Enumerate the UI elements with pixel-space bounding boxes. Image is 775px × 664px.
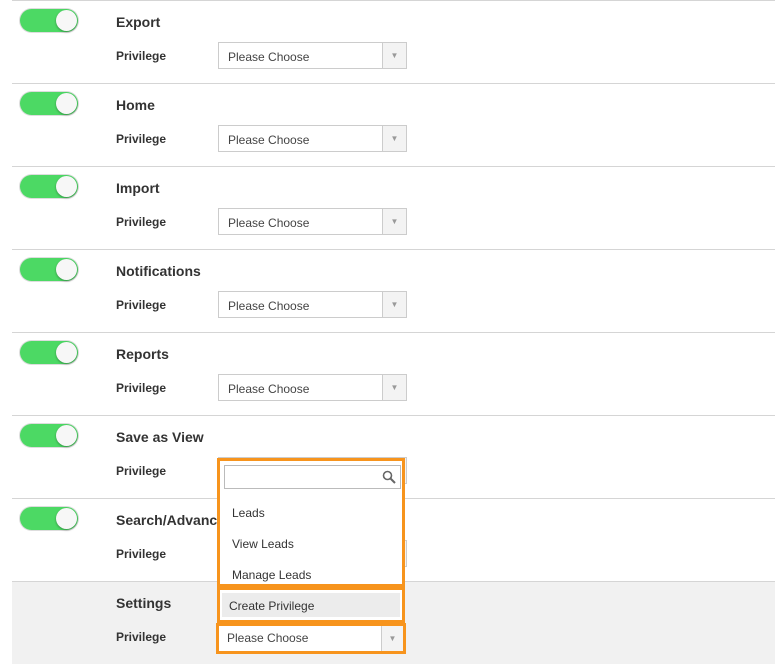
toggle-knob xyxy=(56,425,77,446)
module-toggle[interactable] xyxy=(20,9,78,32)
privilege-label: Privilege xyxy=(116,547,167,561)
privilege-label: Privilege xyxy=(116,215,167,229)
module-toggle[interactable] xyxy=(20,175,78,198)
toggle-knob xyxy=(56,93,77,114)
privilege-select[interactable]: Please Choose ▼ xyxy=(218,374,407,401)
privilege-label: Privilege xyxy=(116,49,167,63)
module-toggle[interactable] xyxy=(20,92,78,115)
module-title: Export xyxy=(116,14,161,30)
module-toggle[interactable] xyxy=(20,341,78,364)
module-row-reports: Reports Privilege Please Choose ▼ xyxy=(12,332,775,415)
select-value: Please Choose xyxy=(228,133,310,147)
select-value: Please Choose xyxy=(227,631,309,645)
privilege-dropdown-menu: Leads View Leads Manage Leads xyxy=(217,458,405,587)
module-title: Home xyxy=(116,97,155,113)
chevron-down-icon: ▼ xyxy=(382,126,406,151)
chevron-down-icon: ▼ xyxy=(382,43,406,68)
chevron-down-icon: ▼ xyxy=(381,626,403,651)
dropdown-option-leads[interactable]: Leads xyxy=(232,506,265,520)
privilege-label: Privilege xyxy=(116,132,167,146)
chevron-down-icon: ▼ xyxy=(382,375,406,400)
module-row-notifications: Notifications Privilege Please Choose ▼ xyxy=(12,249,775,332)
dropdown-option-view-leads[interactable]: View Leads xyxy=(232,537,294,551)
toggle-knob xyxy=(56,342,77,363)
module-title: Settings xyxy=(116,595,172,611)
chevron-down-icon: ▼ xyxy=(382,209,406,234)
privilege-select[interactable]: Please Choose ▼ xyxy=(218,125,407,152)
select-value: Please Choose xyxy=(228,382,310,396)
privilege-select[interactable]: Please Choose ▼ xyxy=(218,291,407,318)
module-toggle[interactable] xyxy=(20,507,78,530)
module-toggle[interactable] xyxy=(20,258,78,281)
privilege-label: Privilege xyxy=(116,464,167,478)
module-title: Search/Advanc xyxy=(116,512,218,528)
privilege-select[interactable]: Please Choose ▼ xyxy=(218,42,407,69)
toggle-knob xyxy=(56,508,77,529)
privilege-label: Privilege xyxy=(116,298,167,312)
module-title: Import xyxy=(116,180,160,196)
privilege-label: Privilege xyxy=(116,381,167,395)
select-value: Please Choose xyxy=(228,216,310,230)
privilege-label: Privilege xyxy=(116,630,167,644)
toggle-knob xyxy=(56,176,77,197)
toggle-knob xyxy=(56,259,77,280)
module-row-import: Import Privilege Please Choose ▼ xyxy=(12,166,775,249)
module-toggle[interactable] xyxy=(20,424,78,447)
create-privilege-option[interactable]: Create Privilege xyxy=(217,587,405,623)
module-title: Notifications xyxy=(116,263,201,279)
select-value: Please Choose xyxy=(228,50,310,64)
module-title: Reports xyxy=(116,346,169,362)
module-title: Save as View xyxy=(116,429,204,445)
module-row-export: Export Privilege Please Choose ▼ xyxy=(12,0,775,83)
settings-privilege-select[interactable]: Please Choose ▼ xyxy=(216,623,406,654)
create-privilege-label: Create Privilege xyxy=(229,599,315,613)
module-row-home: Home Privilege Please Choose ▼ xyxy=(12,83,775,166)
toggle-knob xyxy=(56,10,77,31)
dropdown-search-input[interactable] xyxy=(224,465,401,489)
select-value: Please Choose xyxy=(228,299,310,313)
privilege-select[interactable]: Please Choose ▼ xyxy=(218,208,407,235)
chevron-down-icon: ▼ xyxy=(382,292,406,317)
dropdown-option-manage-leads[interactable]: Manage Leads xyxy=(232,568,311,582)
search-icon xyxy=(382,470,396,484)
